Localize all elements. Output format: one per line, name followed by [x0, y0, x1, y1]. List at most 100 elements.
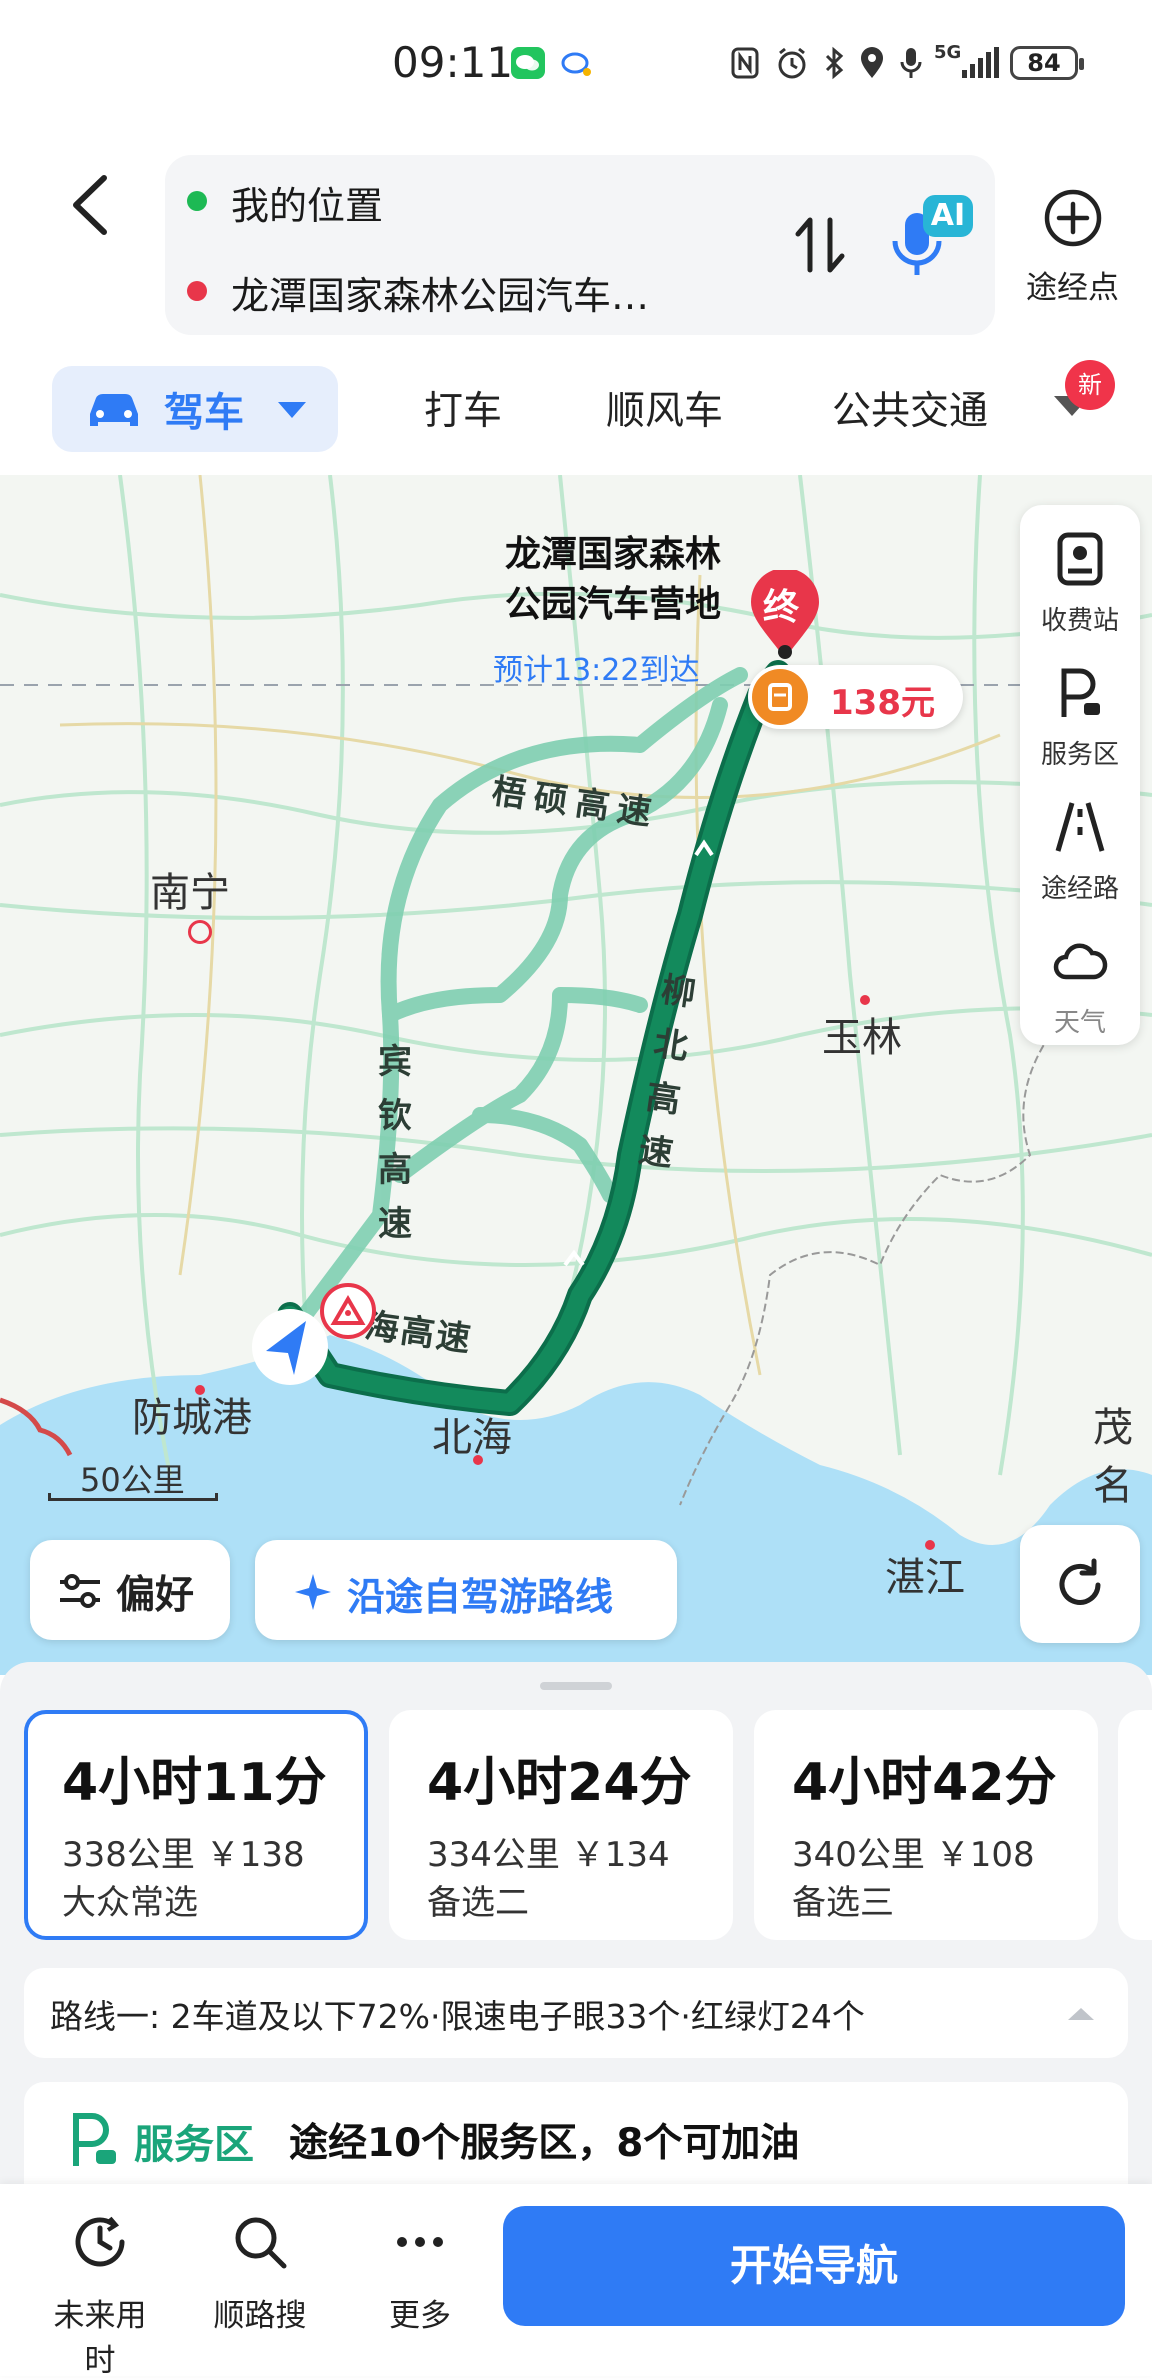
city-nanning: 南宁 — [150, 870, 230, 916]
route-card-peek[interactable] — [1118, 1710, 1152, 1940]
tool-service-area[interactable]: 服务区 — [1020, 665, 1140, 771]
chevron-up-icon — [1068, 2008, 1094, 2020]
future-time-label: 未来用时 — [53, 2298, 147, 2379]
route-card-1[interactable]: 4小时11分 338公里 ￥138 大众常选 — [24, 1710, 368, 1940]
network-type: 5G — [934, 42, 962, 63]
scale-bar — [48, 1493, 218, 1501]
origin-dot — [187, 191, 207, 211]
sparkle-icon — [295, 1574, 331, 1610]
current-location-icon[interactable] — [248, 1305, 332, 1389]
new-badge: 新 — [1065, 360, 1115, 410]
route-card-2[interactable]: 4小时24分 334公里 ￥134 备选二 — [389, 1710, 733, 1940]
add-waypoint-button[interactable]: 途经点 — [1010, 180, 1135, 310]
map-tools-panel: 收费站 服务区 途经路 天气 — [1020, 505, 1140, 1045]
scenic-route-button[interactable]: 沿途自驾游路线 — [255, 1540, 677, 1640]
battery-indicator: 84 — [1010, 46, 1084, 80]
more-dots-icon — [397, 2237, 443, 2247]
city-zhanjiang: 湛江 — [885, 1555, 965, 1601]
along-search-label: 顺路搜 — [213, 2298, 307, 2334]
nfc-icon — [731, 47, 759, 79]
tool-via-road[interactable]: 途经路 — [1020, 799, 1140, 905]
route-2-detail: 334公里 ￥134 — [427, 1835, 670, 1875]
tab-drive[interactable]: 驾车 — [52, 366, 338, 452]
map-view[interactable]: 终 138元 龙潭国家森林 公园汽车营地 预计13:22到达 南宁 玉林 防城港… — [0, 475, 1152, 1675]
search-icon — [235, 2217, 287, 2269]
toll-station-marker-icon — [752, 669, 808, 725]
start-navigation-button[interactable]: 开始导航 — [503, 2206, 1125, 2326]
route-input-box[interactable]: 我的位置 龙潭国家森林公园汽车… — [165, 155, 995, 335]
tab-public-transit[interactable]: 公共交通 — [832, 380, 988, 436]
weather-icon — [1053, 943, 1108, 980]
route-2-tag: 备选二 — [427, 1883, 529, 1923]
route-1-detail: 338公里 ￥138 — [62, 1835, 305, 1875]
city-yulin: 玉林 — [822, 1015, 902, 1061]
scenic-route-label: 沿途自驾游路线 — [347, 1575, 614, 1619]
route-3-tag: 备选三 — [792, 1883, 894, 1923]
destination-field[interactable]: 龙潭国家森林公园汽车… — [231, 265, 649, 320]
destination-name-line2: 公园汽车营地 — [505, 584, 722, 625]
clock-icon — [75, 2216, 125, 2267]
tab-drive-label: 驾车 — [164, 390, 244, 436]
capital-marker-icon — [188, 920, 212, 944]
destination-dot — [187, 281, 207, 301]
caret-down-icon — [278, 402, 306, 418]
route-card-3[interactable]: 4小时42分 340公里 ￥108 备选三 — [754, 1710, 1098, 1940]
bluetooth-icon — [825, 46, 844, 80]
sheet-handle[interactable] — [540, 1682, 612, 1690]
back-arrow-icon[interactable] — [62, 170, 122, 240]
service-area-text: 途经10个服务区，8个可加油 — [289, 2121, 800, 2166]
tab-carpool[interactable]: 顺风车 — [606, 380, 723, 436]
toll-fee-chip[interactable]: 138元 — [748, 665, 963, 729]
via-road-icon — [1055, 802, 1105, 852]
route-1-duration: 4小时11分 — [62, 1753, 327, 1813]
route-info-row[interactable]: 路线一: 2车道及以下72%·限速电子眼33个·红绿灯24个 — [24, 1968, 1128, 2058]
service-area-title: 服务区 — [134, 2122, 254, 2168]
refresh-icon — [1059, 1558, 1101, 1605]
end-marker[interactable]: 终 — [745, 568, 825, 660]
message-icon — [561, 52, 591, 76]
sliders-icon — [60, 1574, 100, 1608]
status-bar: 09:11 5G 84 — [0, 0, 1152, 140]
refresh-button[interactable] — [1020, 1525, 1140, 1643]
add-circle-icon — [1044, 189, 1101, 247]
city-beihai: 北海 — [432, 1415, 512, 1461]
tool-weather[interactable]: 天气 — [1020, 933, 1140, 1039]
tab-taxi[interactable]: 打车 — [424, 380, 502, 436]
more-label: 更多 — [389, 2298, 451, 2334]
car-icon — [90, 394, 138, 426]
route-1-tag: 大众常选 — [62, 1883, 198, 1923]
swap-icon[interactable] — [790, 210, 850, 280]
preference-label: 偏好 — [116, 1573, 195, 1618]
microphone-status-icon — [900, 48, 922, 78]
route-3-duration: 4小时42分 — [792, 1753, 1057, 1813]
more-button[interactable]: 更多 — [360, 2210, 480, 2335]
city-fangchenggang: 防城港 — [132, 1395, 252, 1441]
tool-label-via: 途经路 — [1040, 874, 1119, 904]
origin-field[interactable]: 我的位置 — [231, 175, 383, 230]
preference-button[interactable]: 偏好 — [30, 1540, 230, 1640]
future-time-button[interactable]: 未来用时 — [40, 2210, 160, 2380]
toll-fee: 138元 — [830, 683, 935, 723]
status-time: 09:11 — [392, 38, 514, 87]
tool-label-service: 服务区 — [1040, 740, 1119, 770]
ai-voice-button[interactable]: AI — [885, 195, 975, 285]
route-2-duration: 4小时24分 — [427, 1753, 692, 1813]
waypoint-label: 途经点 — [1026, 270, 1119, 306]
tool-label-toll: 收费站 — [1040, 606, 1119, 636]
service-area-icon — [1061, 668, 1100, 717]
road-label-binqin: 宾钦高速 — [378, 1042, 412, 1244]
eta-text: 预计13:22到达 — [493, 653, 700, 688]
tool-toll-station[interactable]: 收费站 — [1020, 531, 1140, 637]
route-info-text: 路线一: 2车道及以下72%·限速电子眼33个·红绿灯24个 — [50, 1997, 865, 2036]
wechat-icon — [511, 47, 545, 79]
destination-name-line1: 龙潭国家森林 — [505, 534, 722, 575]
ai-badge: AI — [923, 195, 973, 237]
signal-icon — [962, 47, 999, 78]
city-maoming: 茂名 — [1093, 1405, 1133, 1509]
along-search-button[interactable]: 顺路搜 — [200, 2210, 320, 2335]
alarm-icon — [778, 47, 806, 79]
service-area-badge-icon — [73, 2113, 116, 2166]
route-3-detail: 340公里 ￥108 — [792, 1835, 1035, 1875]
toll-station-icon — [1057, 532, 1103, 586]
tool-label-weather: 天气 — [1053, 1008, 1106, 1038]
